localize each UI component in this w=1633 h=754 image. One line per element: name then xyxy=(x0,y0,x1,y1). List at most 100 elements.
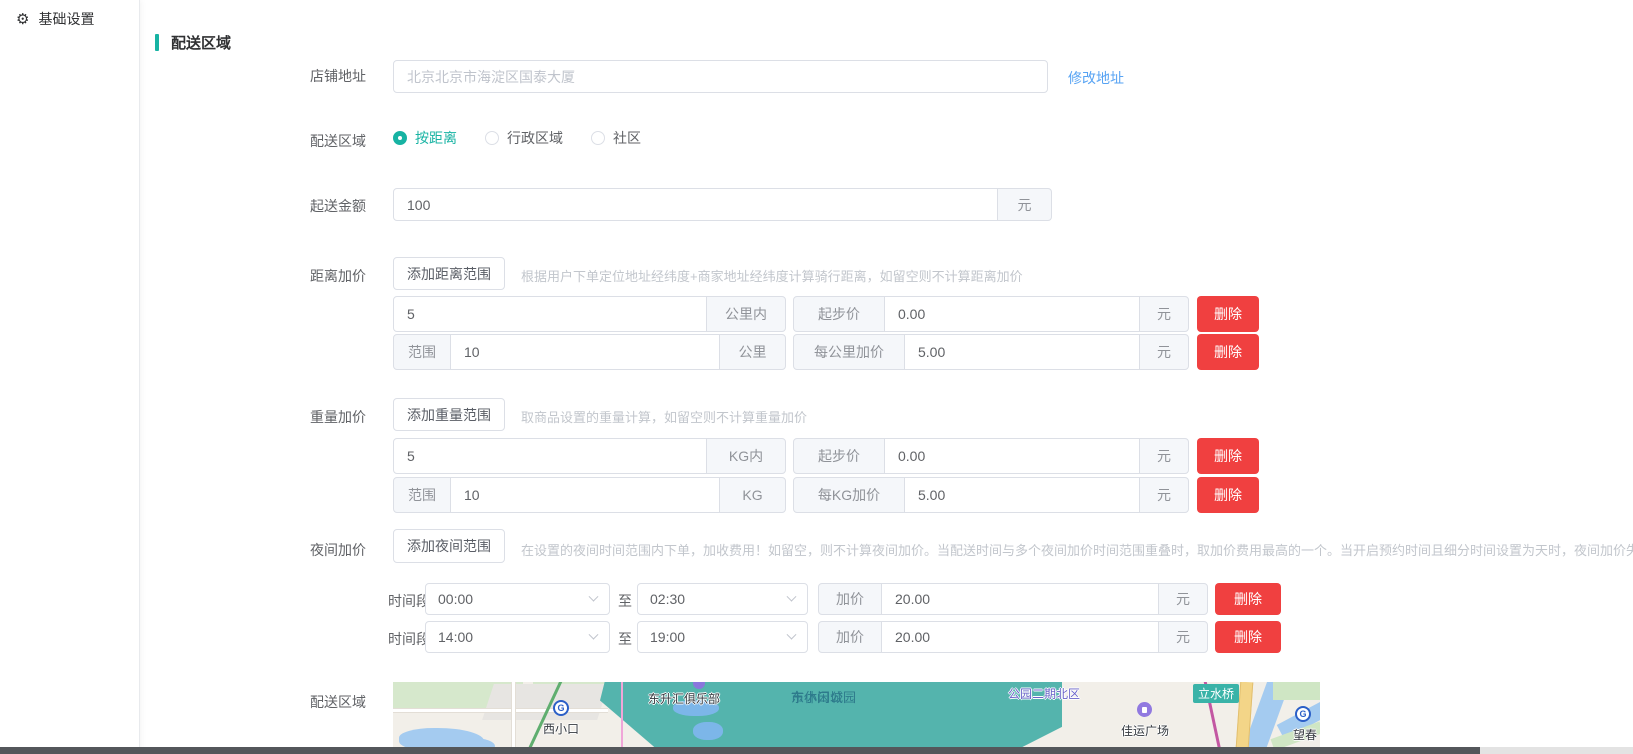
radio-unselected-icon xyxy=(485,131,499,145)
weight-range-input[interactable] xyxy=(450,477,720,513)
section-header: 配送区域 xyxy=(155,32,231,53)
per-km-price-prefix: 每公里加价 xyxy=(793,334,905,370)
weight-range-input[interactable] xyxy=(393,438,707,474)
time-from-value: 14:00 xyxy=(438,629,473,645)
night-hint: 在设置的夜间时间范围内下单，加收费用！如留空，则不计算夜间加价。当配送时间与多个… xyxy=(521,540,1633,559)
distance-hint: 根据用户下单定位地址经纬度+商家地址经纬度计算骑行距离，如留空则不计算距离加价 xyxy=(521,266,1023,285)
area-type-radio-group: 按距离 行政区域 社区 xyxy=(393,128,641,148)
delete-button[interactable]: 删除 xyxy=(1197,477,1259,513)
radio-selected-icon xyxy=(393,131,407,145)
add-distance-range-button[interactable]: 添加距离范围 xyxy=(393,257,505,290)
section-title: 配送区域 xyxy=(171,32,231,53)
base-price-prefix: 起步价 xyxy=(793,296,885,332)
time-to-value: 19:00 xyxy=(650,629,685,645)
map-road xyxy=(393,708,608,713)
distance-unit-suffix: 公里内 xyxy=(706,296,786,332)
weight-section-label: 重量加价 xyxy=(141,407,366,427)
to-word: 至 xyxy=(618,591,632,611)
sidebar-item-basic-settings[interactable]: ⚙ 基础设置 xyxy=(0,0,139,38)
metro-station-icon: G xyxy=(1295,706,1311,722)
metro-station-icon: G xyxy=(553,700,569,716)
map-subway-line-pink xyxy=(621,682,623,748)
price-unit-suffix: 元 xyxy=(1158,583,1208,615)
map-poi-label: 东升汇俱乐部 xyxy=(648,690,720,707)
map-pond xyxy=(693,722,723,740)
chevron-down-icon xyxy=(589,591,599,601)
address-input[interactable] xyxy=(393,60,1048,93)
base-price-input[interactable] xyxy=(884,438,1140,474)
night-price-input[interactable] xyxy=(881,583,1159,615)
map-poi-label: 公园二期北区 xyxy=(1008,685,1080,702)
main-content: 配送区域 店铺地址 修改地址 配送区域 按距离 行政区域 社区 起送金额 元 距… xyxy=(141,0,1633,754)
delete-button[interactable]: 删除 xyxy=(1197,438,1259,474)
sidebar: ⚙ 基础设置 xyxy=(0,0,140,754)
add-weight-range-button[interactable]: 添加重量范围 xyxy=(393,398,505,431)
time-to-select[interactable]: 02:30 xyxy=(637,583,808,615)
map-section-label: 配送区域 xyxy=(141,692,366,712)
price-unit-suffix: 元 xyxy=(1139,477,1189,513)
mall-icon xyxy=(1137,702,1152,717)
distance-range-input[interactable] xyxy=(393,296,707,332)
radio-admin-region[interactable]: 行政区域 xyxy=(485,128,563,148)
chevron-down-icon xyxy=(787,629,797,639)
modify-address-link[interactable]: 修改地址 xyxy=(1068,68,1124,88)
delivery-area-map[interactable]: G G 西小口 东升汇俱乐部 东小口城 市休闲公园 公园二期北区 立水桥 佳运广… xyxy=(393,682,1320,748)
range-prefix: 范围 xyxy=(393,477,451,513)
distance-unit-suffix: 公里 xyxy=(719,334,786,370)
min-amount-label: 起送金额 xyxy=(141,196,366,216)
time-range-label: 时间段 xyxy=(388,629,430,649)
chevron-down-icon xyxy=(787,591,797,601)
delete-button[interactable]: 删除 xyxy=(1197,334,1259,370)
map-poi-label: 望春 xyxy=(1293,726,1317,743)
price-unit-suffix: 元 xyxy=(1158,621,1208,653)
sidebar-item-label: 基础设置 xyxy=(38,9,94,29)
radio-label: 社区 xyxy=(613,128,641,148)
address-label: 店铺地址 xyxy=(141,66,366,86)
scrollbar-thumb[interactable] xyxy=(0,747,1480,754)
radio-by-distance[interactable]: 按距离 xyxy=(393,128,457,148)
time-from-select[interactable]: 00:00 xyxy=(425,583,610,615)
add-night-range-button[interactable]: 添加夜间范围 xyxy=(393,529,505,563)
time-to-select[interactable]: 19:00 xyxy=(637,621,808,653)
radio-label: 行政区域 xyxy=(507,128,563,148)
weight-hint: 取商品设置的重量计算，如留空则不计算重量加价 xyxy=(521,407,807,426)
radio-label: 按距离 xyxy=(415,128,457,148)
horizontal-scrollbar[interactable] xyxy=(0,747,1633,754)
distance-range-input[interactable] xyxy=(450,334,720,370)
time-range-label: 时间段 xyxy=(388,591,430,611)
per-km-price-input[interactable] xyxy=(904,334,1140,370)
map-park-label-line2: 市休闲公园 xyxy=(791,689,856,706)
night-section-label: 夜间加价 xyxy=(141,540,366,560)
map-road xyxy=(511,682,516,748)
delete-button[interactable]: 删除 xyxy=(1215,621,1281,653)
section-accent-bar xyxy=(155,34,159,51)
delete-button[interactable]: 删除 xyxy=(1215,583,1281,615)
time-from-value: 00:00 xyxy=(438,591,473,607)
price-unit-suffix: 元 xyxy=(1139,296,1189,332)
per-kg-price-prefix: 每KG加价 xyxy=(793,477,905,513)
distance-section-label: 距离加价 xyxy=(141,266,366,286)
night-price-input[interactable] xyxy=(881,621,1159,653)
per-kg-price-input[interactable] xyxy=(904,477,1140,513)
map-poi-label: 西小口 xyxy=(543,720,579,737)
weight-unit-suffix: KG内 xyxy=(706,438,786,474)
time-from-select[interactable]: 14:00 xyxy=(425,621,610,653)
area-type-label: 配送区域 xyxy=(141,131,366,151)
time-to-value: 02:30 xyxy=(650,591,685,607)
map-poi-label: 佳运广场 xyxy=(1121,722,1169,739)
radio-community[interactable]: 社区 xyxy=(591,128,641,148)
base-price-input[interactable] xyxy=(884,296,1140,332)
weight-unit-suffix: KG xyxy=(719,477,786,513)
min-amount-input[interactable] xyxy=(393,188,998,221)
min-amount-unit-suffix: 元 xyxy=(997,188,1052,221)
price-unit-suffix: 元 xyxy=(1139,334,1189,370)
chevron-down-icon xyxy=(589,629,599,639)
night-price-prefix: 加价 xyxy=(818,583,882,615)
price-unit-suffix: 元 xyxy=(1139,438,1189,474)
base-price-prefix: 起步价 xyxy=(793,438,885,474)
delete-button[interactable]: 删除 xyxy=(1197,296,1259,332)
map-station-badge: 立水桥 xyxy=(1193,684,1239,703)
range-prefix: 范围 xyxy=(393,334,451,370)
night-price-prefix: 加价 xyxy=(818,621,882,653)
map-green-area xyxy=(1273,682,1320,700)
